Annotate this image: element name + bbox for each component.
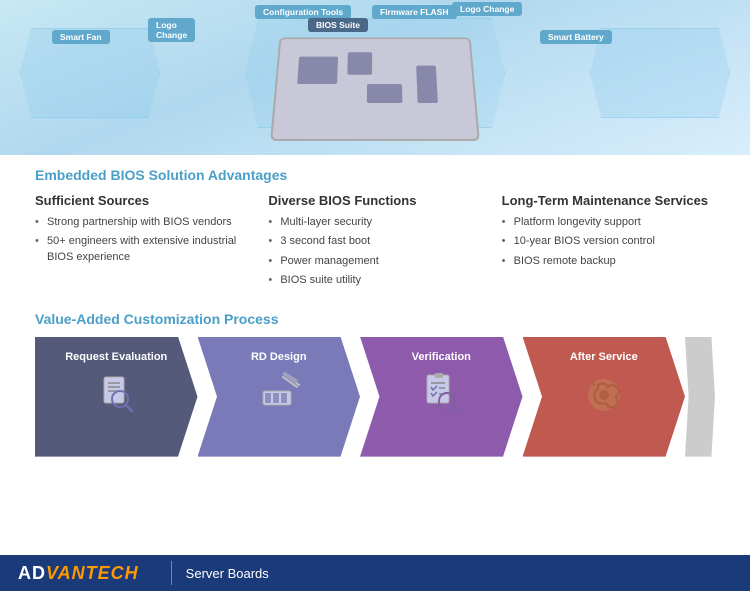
embedded-bios-section: Embedded BIOS Solution Advantages Suffic… [35,167,715,293]
advantages-grid: Sufficient Sources Strong partnership wi… [35,193,715,293]
value-added-section: Value-Added Customization Process Reques… [35,311,715,457]
long-term-header: Long-Term Maintenance Services [502,193,715,208]
long-term-col: Long-Term Maintenance Services Platform … [502,193,715,293]
diagram-area: Smart Fan LogoChange Configuration Tools… [0,0,750,155]
footer-subtitle: Server Boards [186,566,269,581]
step-2-label: RD Design [251,351,307,363]
step-1-icon [92,369,140,422]
list-item: BIOS suite utility [268,273,481,288]
value-added-title: Value-Added Customization Process [35,311,715,327]
diverse-bios-header: Diverse BIOS Functions [268,193,481,208]
step-3-label: Verification [412,351,471,363]
footer-brand-text: ADVANTECH [18,563,139,584]
process-flow: Request Evaluation RD Design [35,337,715,457]
tag-logo-change-left: LogoChange [148,18,195,42]
brand-ad: AD [18,563,46,583]
diverse-bios-col: Diverse BIOS Functions Multi-layer secur… [268,193,481,293]
list-item: Multi-layer security [268,215,481,230]
list-item: 10-year BIOS version control [502,234,715,249]
embedded-bios-title: Embedded BIOS Solution Advantages [35,167,715,183]
step-1-label: Request Evaluation [65,351,167,363]
sufficient-sources-list: Strong partnership with BIOS vendors 50+… [35,215,248,265]
list-item: Platform longevity support [502,215,715,230]
list-item: Power management [268,254,481,269]
step-4-label: After Service [570,351,638,363]
tag-logo-change-right: Logo Change [452,2,522,16]
trailing-chevron [685,337,715,457]
tag-smart-fan: Smart Fan [52,30,110,44]
list-item: 50+ engineers with extensive industrial … [35,234,248,265]
sufficient-sources-header: Sufficient Sources [35,193,248,208]
main-content: Embedded BIOS Solution Advantages Suffic… [0,155,750,467]
tag-firmware-flash: Firmware FLASH [372,5,457,19]
footer-divider [171,561,172,585]
tag-config-tools: Configuration Tools [255,5,351,19]
process-step-3: Verification [360,337,523,457]
process-step-1: Request Evaluation [35,337,198,457]
process-step-2: RD Design [198,337,361,457]
tag-bios-suite: BIOS Suite [308,18,368,32]
footer-brand: ADVANTECH [0,563,157,584]
long-term-list: Platform longevity support 10-year BIOS … [502,215,715,269]
motherboard-diagram [270,37,480,141]
process-step-4: After Service [523,337,686,457]
brand-van: VANTECH [46,563,139,583]
tag-smart-battery: Smart Battery [540,30,612,44]
step-4-icon [580,369,628,422]
list-item: BIOS remote backup [502,254,715,269]
step-3-icon [417,369,465,422]
list-item: Strong partnership with BIOS vendors [35,215,248,230]
sufficient-sources-col: Sufficient Sources Strong partnership wi… [35,193,248,293]
list-item: 3 second fast boot [268,234,481,249]
step-2-icon [255,369,303,422]
diverse-bios-list: Multi-layer security 3 second fast boot … [268,215,481,289]
footer: ADVANTECH Server Boards [0,555,750,591]
